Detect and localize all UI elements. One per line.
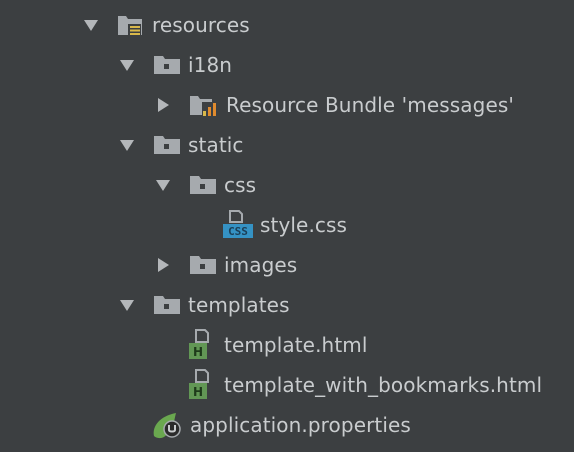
expand-arrow-down-icon[interactable] — [116, 134, 138, 156]
tree-item-label: i18n — [188, 53, 233, 77]
expand-arrow-right-icon[interactable] — [152, 94, 174, 116]
tree-item-application-properties[interactable]: application.properties — [0, 405, 574, 445]
tree-item-label: application.properties — [190, 413, 411, 437]
folder-icon — [188, 173, 218, 197]
tree-item-label: resources — [152, 13, 250, 37]
project-tree: resources i18n Resource Bundle 'messages… — [0, 5, 574, 445]
html-badge-label: H — [193, 385, 203, 399]
tree-item-style-css[interactable]: CSS style.css — [0, 205, 574, 245]
tree-item-i18n[interactable]: i18n — [0, 45, 574, 85]
resource-bundle-icon — [188, 92, 220, 118]
tree-item-label: style.css — [260, 213, 348, 237]
expand-arrow-right-icon[interactable] — [152, 254, 174, 276]
tree-item-label: Resource Bundle 'messages' — [226, 93, 514, 117]
html-badge-label: H — [193, 345, 203, 359]
tree-item-label: template.html — [224, 333, 368, 357]
tree-item-template-with-bookmarks-html[interactable]: H template_with_bookmarks.html — [0, 365, 574, 405]
tree-item-resources[interactable]: resources — [0, 5, 574, 45]
tree-item-label: css — [224, 173, 257, 197]
tree-item-template-html[interactable]: H template.html — [0, 325, 574, 365]
expand-arrow-down-icon[interactable] — [152, 174, 174, 196]
tree-item-label: images — [224, 253, 298, 277]
css-badge-label: CSS — [228, 225, 248, 238]
tree-item-label: templates — [188, 293, 290, 317]
folder-icon — [188, 253, 218, 277]
tree-item-label: template_with_bookmarks.html — [224, 373, 543, 397]
expand-arrow-down-icon[interactable] — [80, 14, 102, 36]
expand-arrow-down-icon[interactable] — [116, 294, 138, 316]
tree-item-images[interactable]: images — [0, 245, 574, 285]
tree-item-resource-bundle[interactable]: Resource Bundle 'messages' — [0, 85, 574, 125]
folder-icon — [152, 53, 182, 77]
tree-item-templates[interactable]: templates — [0, 285, 574, 325]
spring-properties-icon — [150, 410, 184, 440]
tree-item-label: static — [188, 133, 244, 157]
css-file-icon: CSS — [222, 210, 254, 240]
expand-arrow-down-icon[interactable] — [116, 54, 138, 76]
html-file-icon: H — [186, 369, 218, 401]
resources-folder-icon — [116, 12, 146, 38]
tree-item-css[interactable]: css — [0, 165, 574, 205]
tree-item-static[interactable]: static — [0, 125, 574, 165]
folder-icon — [152, 293, 182, 317]
html-file-icon: H — [186, 329, 218, 361]
folder-icon — [152, 133, 182, 157]
